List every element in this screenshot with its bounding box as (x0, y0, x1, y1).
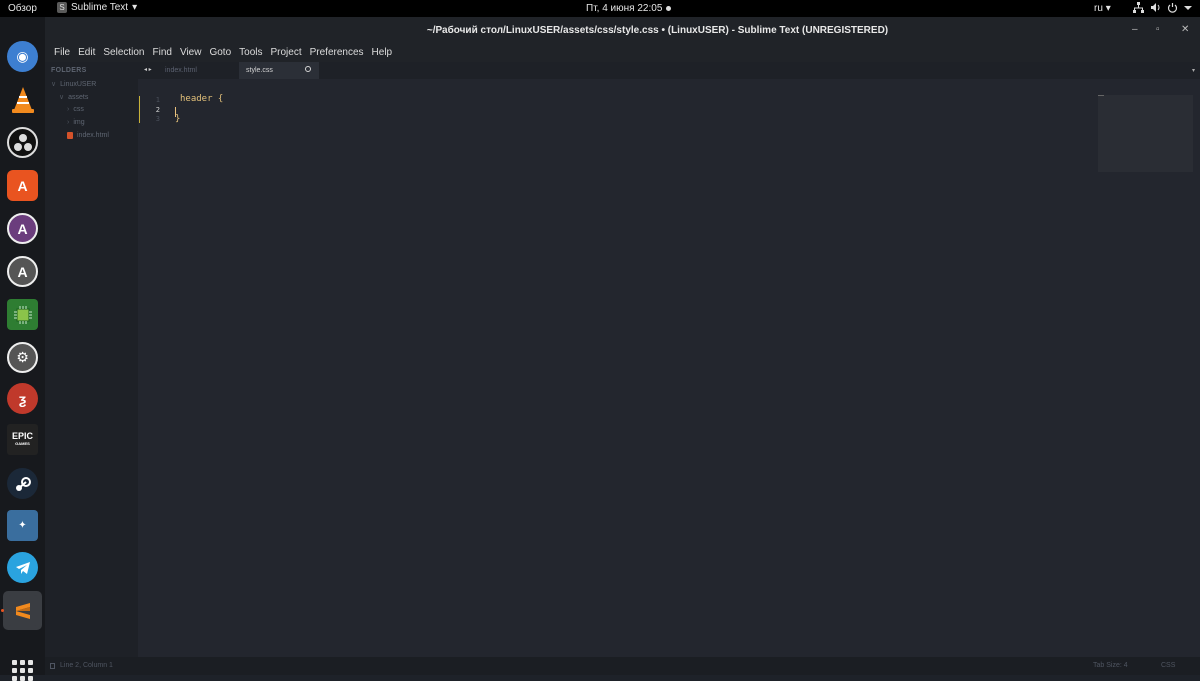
app-menu[interactable]: S Sublime Text ▾ (57, 2, 137, 13)
cursor-position: Line 2, Column 1 (60, 662, 113, 669)
top-bar: Обзор S Sublime Text ▾ Пт, 4 июня 22:05 … (0, 0, 1200, 17)
menu-goto[interactable]: Goto (205, 44, 235, 62)
network-icon (1133, 2, 1144, 13)
show-applications-button[interactable] (12, 660, 33, 681)
epic-label: EPIC (11, 431, 33, 441)
sublime-small-icon: S (57, 2, 67, 13)
app-installer-icon[interactable]: A (7, 213, 38, 244)
tree-label: LinuxUSER (60, 80, 97, 88)
vlc-icon[interactable] (7, 84, 38, 115)
chevron-down-icon (1184, 6, 1192, 10)
volume-icon (1151, 3, 1160, 12)
sidebar: FOLDERS ∨ LinuxUSER ∨ assets › css › img… (45, 62, 138, 657)
menu-view[interactable]: View (176, 44, 206, 62)
tab-list-chevron-icon[interactable]: ▾ (1192, 67, 1195, 74)
menu-edit[interactable]: Edit (74, 44, 99, 62)
menu-selection[interactable]: Selection (99, 44, 148, 62)
maximize-button[interactable]: ▫ (1156, 24, 1160, 35)
tree-label: css (73, 106, 84, 113)
unsaved-dot-icon[interactable] (305, 66, 311, 72)
chevron-right-icon: › (67, 119, 70, 126)
status-bar: Line 2, Column 1 Tab Size: 4 CSS (45, 657, 1200, 675)
tree-item-css[interactable]: › css (67, 106, 84, 113)
tree-item-img[interactable]: › img (67, 119, 85, 126)
menu-preferences[interactable]: Preferences (306, 44, 368, 62)
menu-file[interactable]: File (50, 44, 74, 62)
sublime-window: ~/Рабочий стол/LinuxUSER/assets/css/styl… (45, 17, 1200, 675)
activities-button[interactable]: Обзор (8, 3, 37, 14)
minimap-viewport-marker (1098, 95, 1104, 96)
html-file-icon (67, 132, 73, 139)
tab-label: index.html (165, 67, 197, 74)
line-number-current: 2 (155, 106, 160, 114)
app-menu-label: Sublime Text (71, 2, 129, 13)
menu-help[interactable]: Help (368, 44, 397, 62)
telegram-icon[interactable] (7, 552, 38, 583)
system-monitor-icon[interactable]: ◉ (7, 41, 38, 72)
tab-index-html[interactable]: index.html (158, 62, 234, 79)
notification-dot-icon (666, 6, 671, 11)
syntax-selector[interactable]: CSS (1161, 662, 1175, 669)
software-updater-icon[interactable]: A (7, 256, 38, 287)
menu-tools[interactable]: Tools (235, 44, 266, 62)
title-bar[interactable]: ~/Рабочий стол/LinuxUSER/assets/css/styl… (45, 17, 1200, 44)
chevron-down-icon: ▾ (1105, 3, 1111, 14)
line-number: 3 (155, 115, 160, 123)
tab-style-css[interactable]: style.css (239, 62, 319, 79)
tab-label: style.css (246, 67, 273, 74)
code-line-3: } (175, 114, 181, 124)
menu-find[interactable]: Find (149, 44, 176, 62)
system-tray[interactable] (1133, 2, 1192, 13)
power-icon (1167, 3, 1178, 13)
tree-item-index-html[interactable]: index.html (67, 132, 109, 139)
wine-icon[interactable]: ✦ (7, 510, 38, 541)
tree-label: img (73, 119, 85, 126)
keyboard-layout-indicator[interactable]: ru ▾ (1094, 3, 1111, 14)
panel-toggle-icon[interactable] (50, 663, 55, 669)
dock: ◉ A A A ⚙ ƺ EPIC GAMES ✦ (0, 17, 45, 681)
close-button[interactable]: ✕ (1181, 24, 1189, 35)
menu-project[interactable]: Project (267, 44, 306, 62)
menu-bar: File Edit Selection Find View Goto Tools… (45, 44, 1200, 62)
clock[interactable]: Пт, 4 июня 22:05 (586, 3, 662, 14)
tree-label: assets (68, 93, 89, 101)
code-line-1: header { (180, 94, 224, 104)
lang-label: ru (1094, 3, 1103, 14)
tab-bar: ◂ ▸ index.html style.css ▾ (138, 62, 1200, 79)
software-center-icon[interactable]: A (7, 170, 38, 201)
chevron-down-icon: ▾ (132, 2, 138, 13)
epic-sub-label: GAMES (15, 441, 30, 446)
sublime-text-icon[interactable] (7, 595, 38, 626)
tab-size-selector[interactable]: Tab Size: 4 (1093, 662, 1128, 669)
tree-item-linuxuser[interactable]: ∨ LinuxUSER (51, 80, 97, 89)
running-indicator (1, 609, 4, 612)
minimize-button[interactable]: – (1132, 24, 1138, 35)
code-editor[interactable]: 1 2 3 header { } (138, 79, 1200, 657)
epic-games-icon[interactable]: EPIC GAMES (7, 424, 38, 455)
obs-icon[interactable] (7, 127, 38, 158)
tab-nav-arrows-icon[interactable]: ◂ ▸ (144, 66, 152, 73)
settings-icon[interactable]: ⚙ (7, 342, 38, 373)
chevron-right-icon: › (67, 106, 70, 113)
tree-item-assets[interactable]: ∨ assets (59, 93, 89, 102)
epic-alt-icon[interactable]: ƺ (7, 383, 38, 414)
minimap[interactable] (1098, 95, 1193, 172)
tree-label: index.html (77, 132, 109, 139)
chip-icon[interactable] (7, 299, 38, 330)
chevron-down-icon: ∨ (51, 81, 57, 88)
line-number: 1 (155, 96, 160, 104)
folders-header: FOLDERS (51, 67, 87, 74)
chevron-down-icon: ∨ (59, 94, 65, 101)
steam-icon[interactable] (7, 468, 38, 499)
window-title: ~/Рабочий стол/LinuxUSER/assets/css/styl… (426, 25, 889, 36)
